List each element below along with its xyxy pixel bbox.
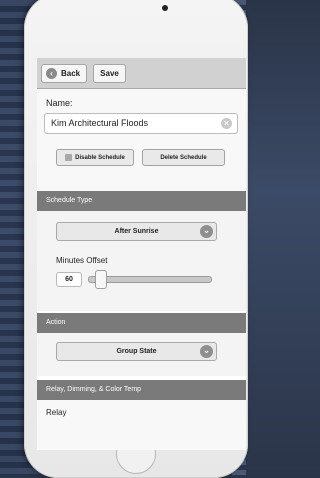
- action-value: Group State: [116, 348, 157, 355]
- delete-schedule-button[interactable]: Delete Schedule: [142, 149, 225, 166]
- delete-schedule-label: Delete Schedule: [160, 154, 207, 161]
- schedule-type-header: Schedule Type: [37, 191, 246, 211]
- arrow-left-icon: ‹: [46, 68, 57, 79]
- camera-icon: [162, 5, 168, 11]
- close-icon[interactable]: ✕: [221, 118, 232, 129]
- relay-section: [37, 400, 246, 450]
- toolbar: ‹ Back Save: [37, 58, 246, 89]
- save-label: Save: [100, 69, 119, 78]
- disable-schedule-label: Disable Schedule: [75, 154, 125, 161]
- name-label: Name:: [46, 98, 73, 108]
- chevron-down-icon: ⌄: [200, 225, 213, 238]
- back-label: Back: [61, 69, 81, 78]
- schedule-type-select[interactable]: After Sunrise ⌄: [56, 222, 217, 241]
- back-button[interactable]: ‹ Back: [41, 64, 87, 83]
- app-screen: ‹ Back Save Name: Kim Architectural Floo…: [37, 58, 246, 450]
- schedule-details-section: Name: Kim Architectural Floods ✕ Disable…: [37, 89, 246, 201]
- name-value: Kim Architectural Floods: [51, 118, 149, 128]
- action-select[interactable]: Group State ⌄: [56, 342, 217, 361]
- minutes-offset-label: Minutes Offset: [56, 256, 108, 265]
- slider-handle[interactable]: [95, 270, 107, 289]
- save-button[interactable]: Save: [93, 64, 126, 83]
- relay-header: Relay, Dimming, & Color Temp: [37, 380, 246, 400]
- checkbox-icon: [65, 154, 73, 161]
- schedule-type-value: After Sunrise: [114, 228, 159, 235]
- relay-label: Relay: [46, 408, 67, 417]
- name-field[interactable]: Kim Architectural Floods ✕: [44, 113, 238, 134]
- chevron-down-icon: ⌄: [200, 345, 213, 358]
- minutes-offset-input[interactable]: 60: [56, 272, 82, 287]
- action-header: Action: [37, 313, 246, 333]
- disable-schedule-button[interactable]: Disable Schedule: [56, 149, 134, 166]
